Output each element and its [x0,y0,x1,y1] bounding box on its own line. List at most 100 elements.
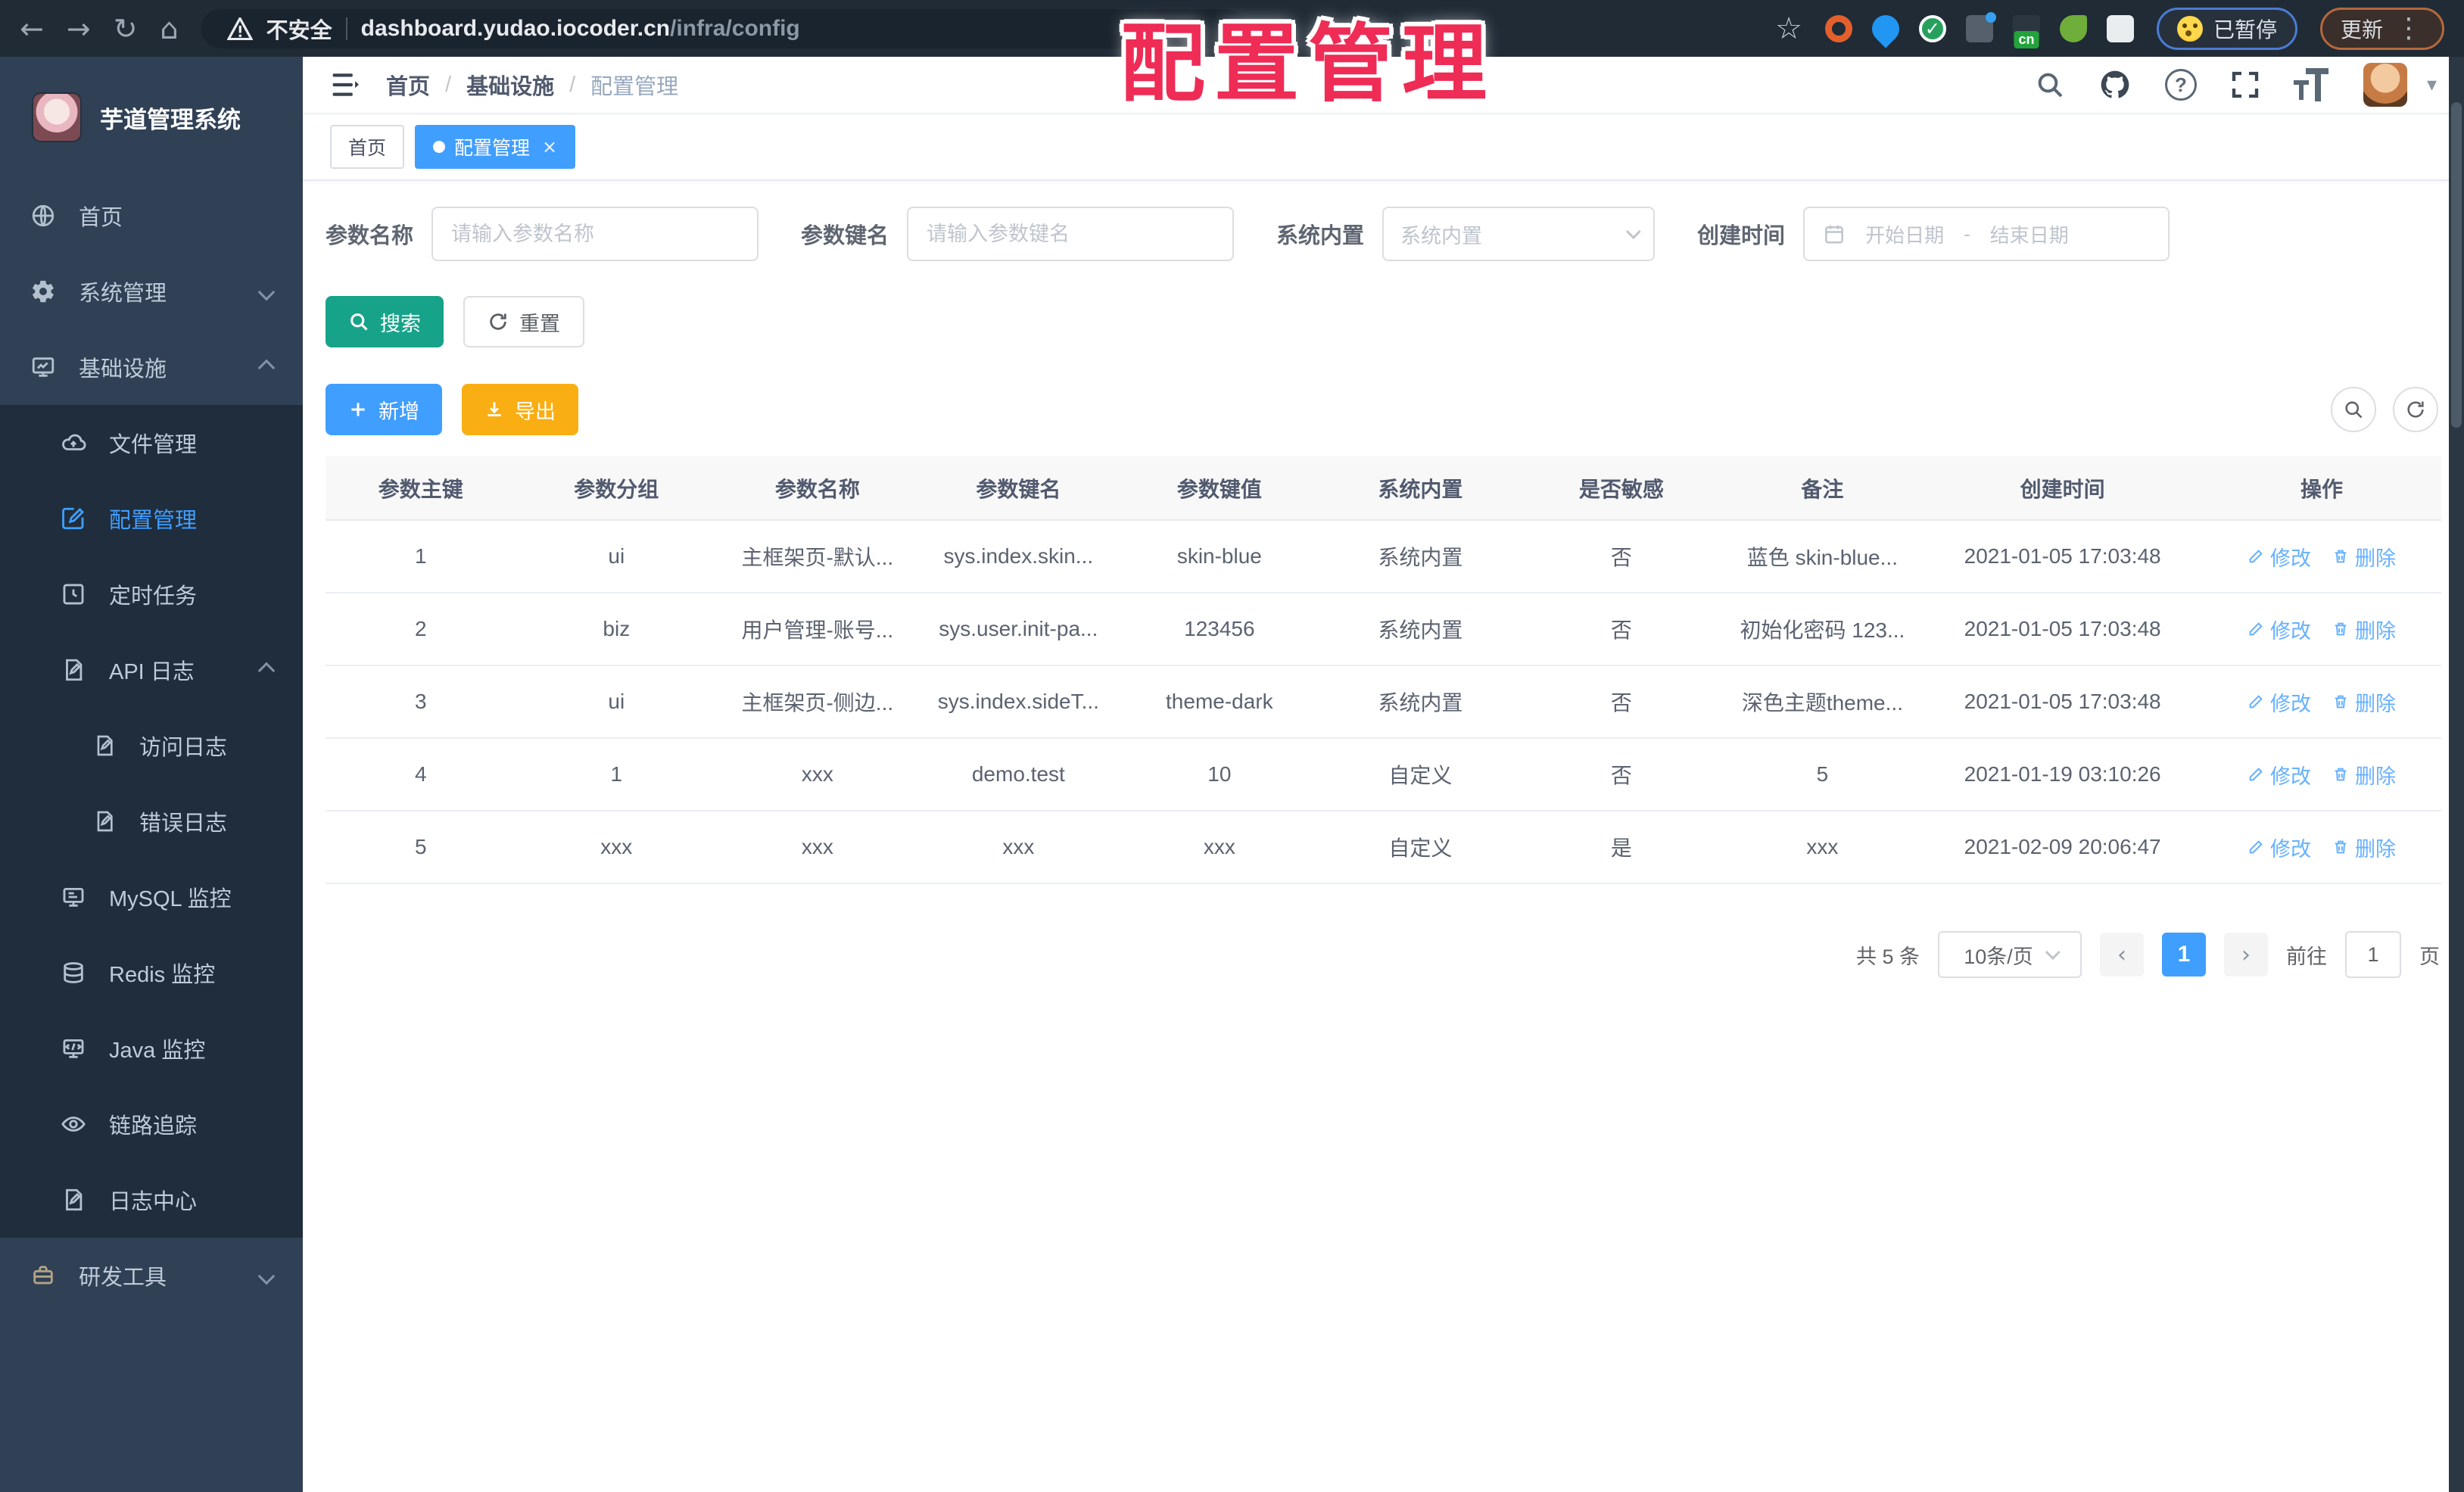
sidebar-item-error-log[interactable]: 错误日志 [0,783,303,859]
github-icon[interactable] [2098,68,2132,101]
system-builtin-select[interactable]: 系统内置 [1382,207,1656,261]
breadcrumb-home[interactable]: 首页 [386,69,430,101]
delete-link[interactable]: 删除 [2332,542,2396,572]
sidebar-item-dev-tools[interactable]: 研发工具 [0,1238,303,1313]
bookmark-star-icon[interactable]: ☆ [1775,11,1802,46]
table-cell: sys.user.init-pa... [917,593,1120,666]
total-count-label: 共 5 条 [1855,945,1920,968]
goto-page-input[interactable] [2345,931,2401,978]
column-header: 是否敏感 [1521,456,1722,521]
sidebar-item-label: Redis 监控 [109,963,216,987]
page-size-select[interactable]: 10条/页 [1938,931,2082,978]
table-cell: 2021-01-05 17:03:48 [1923,520,2203,593]
table-cell: 2021-02-09 20:06:47 [1923,811,2203,884]
extension-icon-pin[interactable] [1866,9,1905,48]
table-cell: 123456 [1119,593,1320,666]
edit-link[interactable]: 修改 [2248,760,2311,790]
sidebar-item-java[interactable]: Java 监控 [0,1011,303,1086]
toggle-search-button[interactable] [2331,387,2376,432]
font-size-icon[interactable] [2293,68,2330,101]
trash-icon [2335,695,2347,709]
extensions-puzzle-icon[interactable] [2106,14,2134,42]
refresh-table-button[interactable] [2393,387,2438,432]
edit-link[interactable]: 修改 [2248,833,2311,862]
page-watermark-title: 配置管理 [1120,17,1496,111]
extension-icon-check[interactable]: ✓ [1918,14,1946,42]
sidebar-item-api-log[interactable]: API 日志 [0,632,303,708]
next-page-button[interactable]: › [2224,933,2268,976]
extension-icon-leaf[interactable] [2059,14,2087,42]
sidebar-item-infra[interactable]: 基础设施 [0,329,303,405]
browser-forward-icon[interactable]: → [67,14,91,43]
delete-link[interactable]: 删除 [2332,833,2396,862]
edit-link[interactable]: 修改 [2248,542,2311,572]
close-icon[interactable]: × [542,136,557,157]
browser-home-icon[interactable]: ⌂ [160,14,179,43]
table-cell: sys.index.skin... [917,520,1120,593]
header-search-icon[interactable] [2035,70,2065,100]
edit-link[interactable]: 修改 [2248,687,2311,717]
sidebar-item-mysql[interactable]: MySQL 监控 [0,859,303,935]
browser-update-button[interactable]: 更新 ⋮ [2319,7,2444,50]
sidebar-item-config[interactable]: 配置管理 [0,481,303,556]
table-cell: theme-dark [1119,665,1320,739]
current-page-button[interactable]: 1 [2162,933,2206,976]
extension-icon-ring[interactable] [1824,14,1852,42]
browser-reload-icon[interactable]: ↻ [114,14,138,43]
table-cell: ui [516,520,718,593]
divider [345,17,347,40]
date-range-picker[interactable]: 开始日期 - 结束日期 [1803,207,2170,261]
delete-link[interactable]: 删除 [2332,760,2396,790]
table-cell: 2021-01-19 03:10:26 [1923,738,2203,811]
gear-icon [33,280,54,303]
edit-link[interactable]: 修改 [2248,615,2311,644]
column-header: 参数分组 [516,456,718,521]
app-logo-avatar [33,94,80,141]
prev-page-button[interactable]: ‹ [2100,933,2144,976]
tab-home[interactable]: 首页 [330,125,405,169]
app-logo-row[interactable]: 芋道管理系统 [0,57,303,178]
address-bar[interactable]: 不安全 dashboard.yudao.iocoder.cn/infra/con… [201,8,1246,48]
add-button[interactable]: 新增 [326,384,442,435]
document-edit-icon [66,659,83,681]
help-icon[interactable]: ? [2164,69,2197,101]
fullscreen-icon[interactable] [2230,70,2260,100]
tab-label: 配置管理 [454,138,531,159]
param-key-input[interactable] [907,207,1235,261]
param-name-input[interactable] [431,207,759,261]
sidebar-item-file[interactable]: 文件管理 [0,405,303,481]
chevron-down-icon [257,1263,276,1288]
search-button[interactable]: 搜索 [326,296,444,347]
tab-config[interactable]: 配置管理 × [415,125,576,169]
sidebar-item-home[interactable]: 首页 [0,178,303,254]
extension-icon-grid[interactable] [1965,11,1996,42]
extension-icon-translate[interactable]: cn [2012,14,2040,48]
delete-link[interactable]: 删除 [2332,615,2396,644]
chevron-up-icon [257,355,276,380]
export-button-label: 导出 [515,400,556,423]
trash-icon [2335,550,2347,563]
profile-paused-pill[interactable]: 已暂停 [2156,7,2297,50]
sidebar-item-label: 研发工具 [79,1266,167,1290]
reset-button[interactable]: 重置 [463,296,584,347]
breadcrumb-infra[interactable]: 基础设施 [466,69,554,101]
sidebar: 芋道管理系统 首页 系统管理 基础设施 文件管理 配置管理 定时任务 API 日… [0,57,303,1492]
sidebar-item-log-center[interactable]: 日志中心 [0,1162,303,1238]
table-header-row: 参数主键 参数分组 参数名称 参数键名 参数键值 系统内置 是否敏感 备注 创建… [326,456,2441,521]
sidebar-item-redis[interactable]: Redis 监控 [0,935,303,1011]
page-scrollbar[interactable] [2449,57,2464,1492]
table-cell: 否 [1521,593,1722,666]
browser-back-icon[interactable]: ← [20,14,44,43]
sidebar-item-trace[interactable]: 链路追踪 [0,1086,303,1162]
table-cell: 否 [1521,738,1722,811]
export-button[interactable]: 导出 [462,384,578,435]
avatar-caret-icon[interactable]: ▾ [2427,73,2437,96]
delete-link[interactable]: 删除 [2332,687,2396,717]
sidebar-item-system[interactable]: 系统管理 [0,254,303,329]
sidebar-item-access-log[interactable]: 访问日志 [0,708,303,783]
sidebar-item-job[interactable]: 定时任务 [0,556,303,632]
scrollbar-thumb[interactable] [2451,102,2462,428]
sidebar-collapse-icon[interactable] [330,71,360,98]
browser-menu-icon[interactable]: ⋮ [2395,13,2424,44]
user-avatar[interactable] [2363,63,2407,107]
